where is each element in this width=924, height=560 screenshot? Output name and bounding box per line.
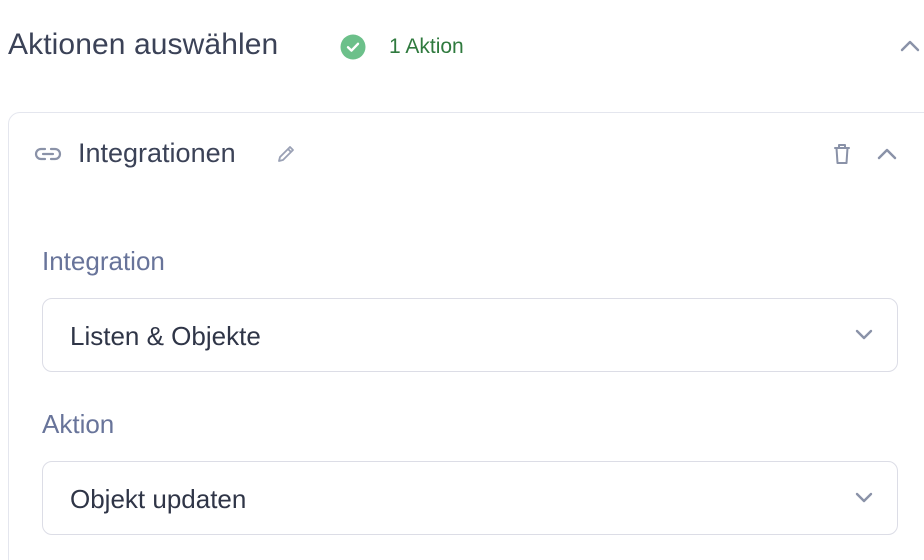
chevron-up-icon[interactable]: [874, 144, 900, 164]
action-select-value: Objekt updaten: [70, 484, 247, 514]
action-card: Integrationen Integration Listen & Objek…: [8, 112, 924, 560]
check-circle-icon: [340, 34, 366, 60]
chevron-down-icon: [855, 492, 873, 503]
chevron-up-icon[interactable]: [898, 36, 922, 56]
pencil-icon[interactable]: [274, 142, 298, 166]
card-title: Integrationen: [78, 138, 236, 168]
link-icon: [34, 147, 62, 161]
action-label: Aktion: [42, 409, 115, 439]
integration-select[interactable]: Listen & Objekte: [42, 298, 898, 372]
section-title: Aktionen auswählen: [8, 28, 279, 61]
action-select[interactable]: Objekt updaten: [42, 461, 898, 535]
integration-select-value: Listen & Objekte: [70, 321, 261, 351]
trash-icon[interactable]: [829, 140, 855, 168]
action-count-label: 1 Aktion: [389, 35, 464, 58]
section-header[interactable]: Aktionen auswählen 1 Aktion: [0, 0, 924, 94]
action-selection-panel: Aktionen auswählen 1 Aktion Integratione…: [0, 0, 924, 560]
chevron-down-icon: [855, 329, 873, 340]
integration-label: Integration: [42, 246, 165, 276]
